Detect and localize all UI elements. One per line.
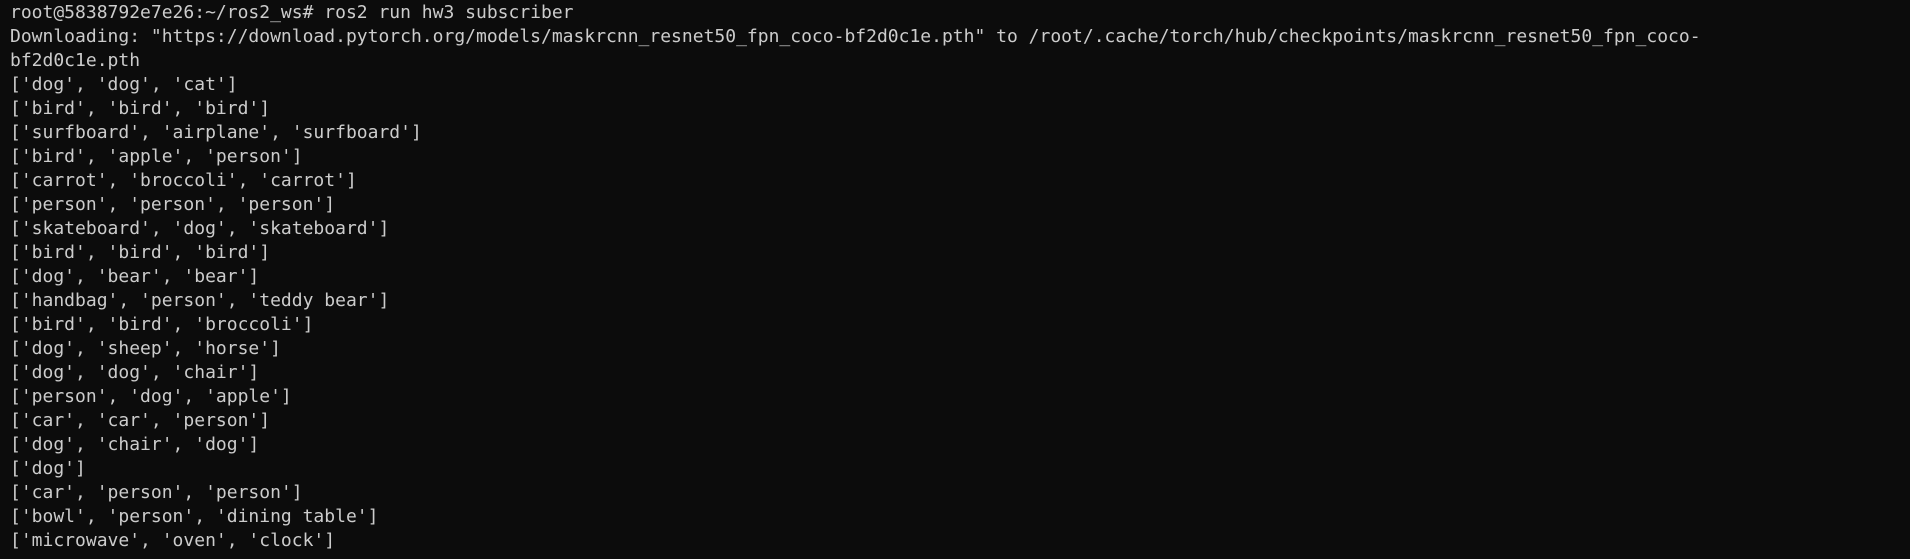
output-line: ['bird', 'bird', 'bird'] bbox=[10, 242, 271, 263]
output-line: ['bird', 'bird', 'broccoli'] bbox=[10, 314, 314, 335]
output-line: ['dog', 'bear', 'bear'] bbox=[10, 266, 260, 287]
output-line: ['skateboard', 'dog', 'skateboard'] bbox=[10, 218, 390, 239]
output-line: ['dog', 'dog', 'cat'] bbox=[10, 74, 238, 95]
output-line: ['person', 'person', 'person'] bbox=[10, 194, 336, 215]
output-line: ['surfboard', 'airplane', 'surfboard'] bbox=[10, 122, 422, 143]
command-prompt-line: root@5838792e7e26:~/ros2_ws# ros2 run hw… bbox=[10, 2, 574, 23]
output-line: ['dog', 'chair', 'dog'] bbox=[10, 434, 260, 455]
output-line: ['handbag', 'person', 'teddy bear'] bbox=[10, 290, 390, 311]
output-line: ['person', 'dog', 'apple'] bbox=[10, 386, 292, 407]
output-line: ['bird', 'bird', 'bird'] bbox=[10, 98, 271, 119]
download-message-continuation: bf2d0c1e.pth bbox=[10, 50, 141, 71]
output-line: ['bowl', 'person', 'dining table'] bbox=[10, 506, 379, 527]
output-line: ['bird', 'apple', 'person'] bbox=[10, 146, 303, 167]
output-line: ['carrot', 'broccoli', 'carrot'] bbox=[10, 170, 357, 191]
download-message-line: Downloading: "https://download.pytorch.o… bbox=[10, 26, 1701, 47]
output-line: ['car', 'car', 'person'] bbox=[10, 410, 271, 431]
terminal-window[interactable]: root@5838792e7e26:~/ros2_ws# ros2 run hw… bbox=[0, 0, 1910, 559]
output-line: ['dog', 'sheep', 'horse'] bbox=[10, 338, 281, 359]
output-line: ['dog', 'dog', 'chair'] bbox=[10, 362, 260, 383]
output-line: ['microwave', 'oven', 'clock'] bbox=[10, 530, 336, 551]
output-line: ['car', 'person', 'person'] bbox=[10, 482, 303, 503]
output-line: ['dog'] bbox=[10, 458, 86, 479]
